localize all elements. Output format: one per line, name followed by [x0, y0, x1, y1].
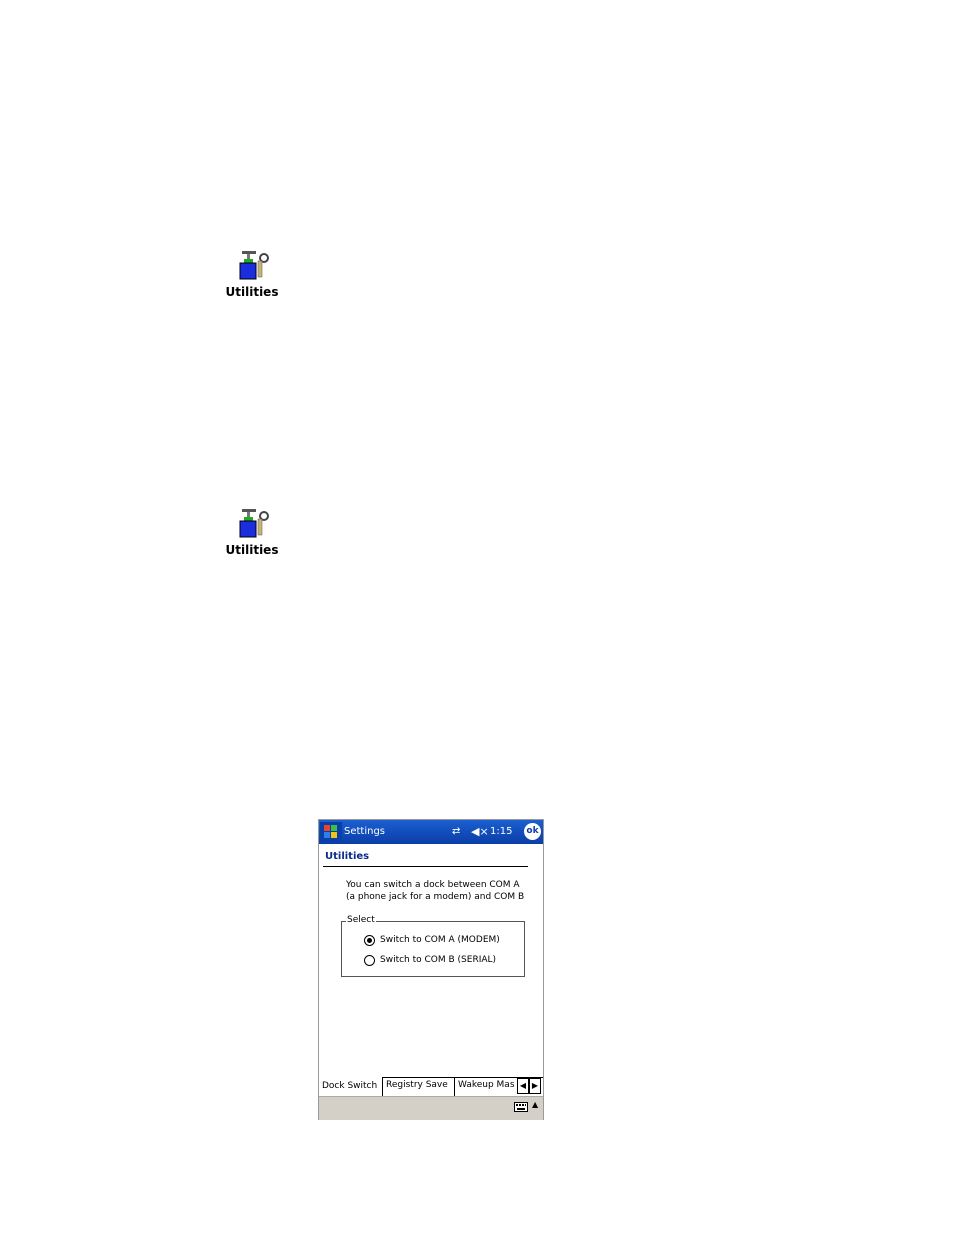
radio-com-b[interactable]: Switch to COM B (SERIAL) [364, 953, 496, 967]
pocketpc-screen: Settings ⇄ ◀× 1:15 ok Utilities You can … [318, 819, 544, 1120]
speaker-muted-icon[interactable]: ◀× [471, 825, 489, 838]
app-title: Settings [344, 826, 386, 837]
page-title: Utilities [325, 851, 370, 862]
radio-label[interactable]: Switch to COM B (SERIAL) [380, 955, 496, 965]
description-text: You can switch a dock between COM A (a p… [346, 879, 536, 903]
utilities-icon-group-1[interactable]: Utilities [212, 249, 292, 299]
tab-registry-save[interactable]: Registry Save [382, 1077, 454, 1096]
keyboard-icon[interactable] [514, 1102, 528, 1112]
windows-flag-icon[interactable] [320, 822, 342, 842]
sip-arrow-icon[interactable]: ▲ [532, 1100, 538, 1109]
clock[interactable]: 1:15 [490, 826, 512, 837]
connectivity-icon[interactable]: ⇄ [452, 826, 460, 837]
utilities-label: Utilities [225, 285, 279, 299]
utilities-icon-group-2[interactable]: Utilities [212, 507, 292, 557]
utilities-icon [239, 509, 269, 538]
utilities-label: Utilities [225, 543, 279, 557]
menu-bar: ▲ [319, 1096, 543, 1120]
select-groupbox: Select Switch to COM A (MODEM) Switch to… [341, 915, 525, 977]
radio-label[interactable]: Switch to COM A (MODEM) [380, 935, 500, 945]
description-line: (a phone jack for a modem) and COM B [346, 892, 525, 902]
radio-com-a[interactable]: Switch to COM A (MODEM) [364, 933, 500, 947]
title-bar: Settings ⇄ ◀× 1:15 ok [319, 820, 543, 844]
ok-button[interactable]: ok [524, 823, 541, 840]
utilities-icon [239, 251, 269, 280]
radio-button[interactable] [364, 954, 375, 966]
description-line: You can switch a dock between COM A [346, 880, 520, 890]
tab-dock-switch[interactable]: Dock Switch [319, 1077, 382, 1096]
tab-bar: Dock Switch Registry Save Wakeup Mas ◀ ▶ [319, 1077, 543, 1096]
tab-scroll-left-icon[interactable]: ◀ [517, 1078, 529, 1094]
tab-wakeup-mask[interactable]: Wakeup Mas [454, 1077, 514, 1096]
divider [323, 866, 528, 867]
radio-button-checked[interactable] [364, 934, 375, 946]
tab-scroll-right-icon[interactable]: ▶ [529, 1078, 541, 1094]
groupbox-legend: Select [346, 915, 376, 925]
